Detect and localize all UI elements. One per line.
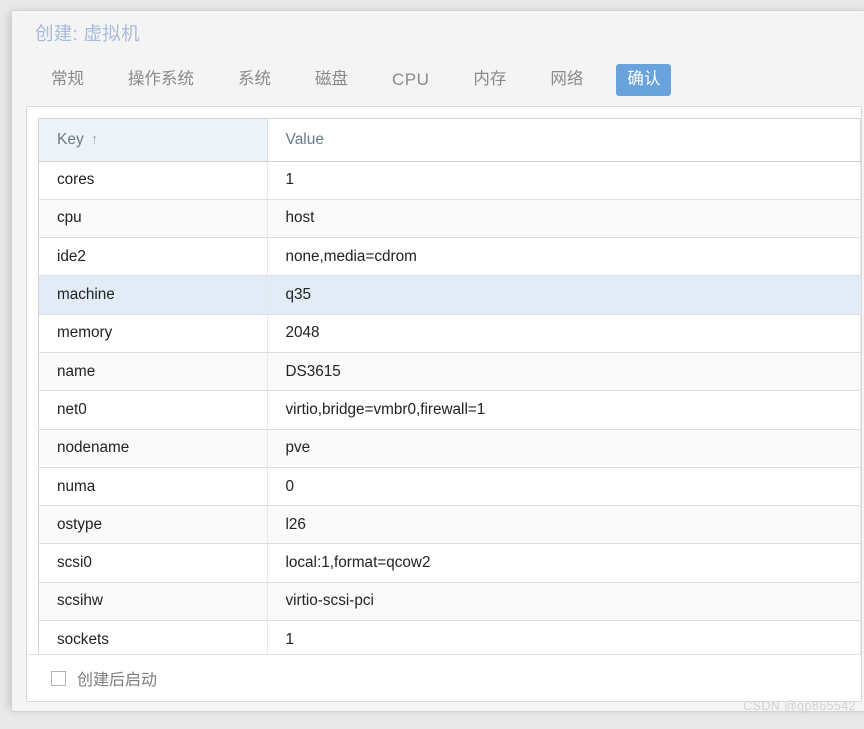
table-row[interactable]: numa0 [39, 467, 861, 505]
tab-6[interactable]: 网络 [539, 64, 594, 96]
tab-5[interactable]: 内存 [462, 64, 517, 96]
cell-key: name [39, 352, 267, 390]
dialog-title-bar: 创建: 虚拟机 [12, 11, 864, 54]
tab-4[interactable]: CPU [381, 64, 440, 96]
column-header-value[interactable]: Value [267, 119, 861, 161]
table-row[interactable]: sockets1 [39, 621, 861, 654]
table-row[interactable]: nameDS3615 [39, 352, 861, 390]
start-after-create-checkbox[interactable] [51, 671, 66, 686]
cell-key: cores [39, 161, 267, 199]
cell-value: 0 [267, 467, 861, 505]
tab-label: 常规 [51, 70, 84, 88]
table-row[interactable]: ostypel26 [39, 506, 861, 544]
tab-2[interactable]: 系统 [227, 64, 282, 96]
cell-key: memory [39, 314, 267, 352]
table-row[interactable]: scsihwvirtio-scsi-pci [39, 582, 861, 620]
column-header-key[interactable]: Key ↑ [39, 119, 267, 161]
cell-key: nodename [39, 429, 267, 467]
cell-key: scsihw [39, 582, 267, 620]
table-row[interactable]: memory2048 [39, 314, 861, 352]
tab-label: 操作系统 [128, 70, 194, 88]
cell-value: 2048 [267, 314, 861, 352]
watermark: CSDN @gp865542 [743, 699, 856, 713]
tab-label: 磁盘 [315, 70, 348, 88]
create-vm-dialog: 创建: 虚拟机 常规操作系统系统磁盘CPU内存网络确认 Key↑ Value c [11, 10, 864, 712]
tab-7[interactable]: 确认 [616, 64, 671, 96]
tab-1[interactable]: 操作系统 [117, 64, 205, 96]
cell-key: ide2 [39, 238, 267, 276]
cell-key: scsi0 [39, 544, 267, 582]
cell-value: 1 [267, 621, 861, 654]
cell-value: local:1,format=qcow2 [267, 544, 861, 582]
cell-key: numa [39, 467, 267, 505]
tab-label: 网络 [550, 70, 583, 88]
wizard-tab-strip: 常规 操作系统 系统 磁盘 CPU 内存 网络 确认 [12, 54, 864, 106]
start-after-create-label: 创建后启动 [77, 666, 157, 690]
table-row[interactable]: scsi0local:1,format=qcow2 [39, 544, 861, 582]
column-header-key-label: Key [57, 131, 84, 148]
table-row[interactable]: nodenamepve [39, 429, 861, 467]
summary-grid-header: Key ↑ Value [39, 119, 861, 161]
summary-grid: Key↑ Value cores1cpuhostide2none,media=c… [39, 119, 861, 654]
cell-value: l26 [267, 506, 861, 544]
cell-value: virtio,bridge=vmbr0,firewall=1 [267, 391, 861, 429]
tab-0[interactable]: 常规 [40, 64, 95, 96]
cell-key: ostype [39, 506, 267, 544]
cell-key: net0 [39, 391, 267, 429]
cell-value: host [267, 199, 861, 237]
sort-ascending-icon: ↑ [91, 131, 99, 148]
summary-grid-container[interactable]: Key↑ Value cores1cpuhostide2none,media=c… [38, 118, 861, 654]
tab-label: 内存 [473, 70, 506, 88]
table-row[interactable]: cores1 [39, 161, 861, 199]
cell-value: q35 [267, 276, 861, 314]
table-row[interactable]: machineq35 [39, 276, 861, 314]
cell-value: 1 [267, 161, 861, 199]
table-row[interactable]: cpuhost [39, 199, 861, 237]
table-row[interactable]: ide2none,media=cdrom [39, 238, 861, 276]
dialog-body: Key↑ Value cores1cpuhostide2none,media=c… [26, 106, 862, 702]
cell-value: pve [267, 429, 861, 467]
tab-label: CPU [392, 70, 429, 89]
table-header-row: Key ↑ Value [39, 119, 861, 161]
tab-label: 确认 [627, 70, 660, 88]
cell-key: cpu [39, 199, 267, 237]
tab-3[interactable]: 磁盘 [304, 64, 359, 96]
dialog-title: 创建: 虚拟机 [35, 20, 140, 46]
cell-key: machine [39, 276, 267, 314]
cell-key: sockets [39, 621, 267, 654]
cell-value: none,media=cdrom [267, 238, 861, 276]
cell-value: DS3615 [267, 352, 861, 390]
summary-grid-body: cores1cpuhostide2none,media=cdrommachine… [39, 161, 861, 654]
dialog-footer: 创建后启动 [27, 654, 861, 701]
column-header-value-label: Value [286, 131, 325, 148]
tab-label: 系统 [238, 70, 271, 88]
table-row[interactable]: net0virtio,bridge=vmbr0,firewall=1 [39, 391, 861, 429]
cell-value: virtio-scsi-pci [267, 582, 861, 620]
